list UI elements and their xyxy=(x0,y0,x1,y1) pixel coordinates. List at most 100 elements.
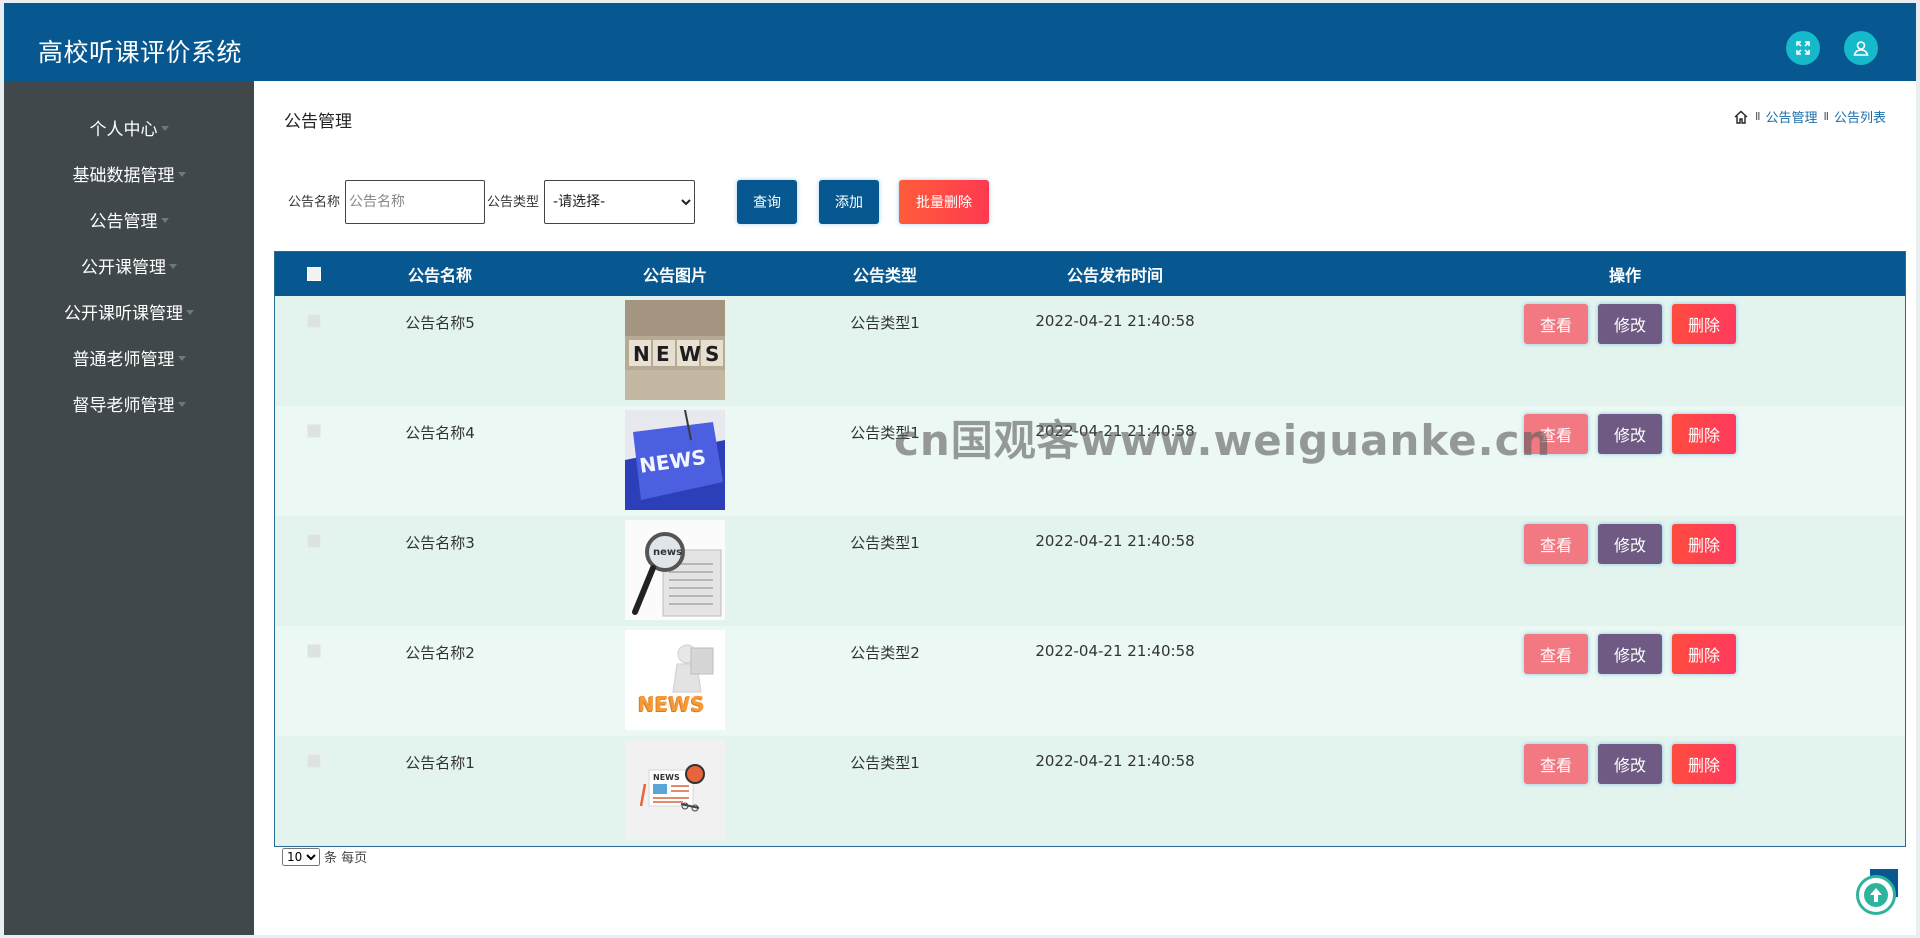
sidebar-item-open-class-listen[interactable]: 公开课听课管理 xyxy=(4,294,254,328)
news-flat-illustration-image: NEWS xyxy=(625,740,725,840)
notice-image: NEWS xyxy=(625,410,725,510)
caret-down-icon xyxy=(160,217,169,223)
sidebar: 个人中心 基础数据管理 公告管理 公开课管理 公开课听课管理 普通老师管理 督导… xyxy=(4,81,254,935)
arrow-up-icon xyxy=(1864,883,1888,907)
svg-text:W: W xyxy=(679,342,701,366)
delete-button[interactable]: 删除 xyxy=(1672,304,1736,344)
news-figure-image: NEWS NEWS xyxy=(625,630,725,730)
svg-text:S: S xyxy=(705,342,719,366)
view-button[interactable]: 查看 xyxy=(1524,304,1588,344)
breadcrumb-notice-management[interactable]: 公告管理 xyxy=(1765,107,1817,126)
news-keyboard-key-image: NEWS xyxy=(625,410,725,510)
notice-name: 公告名称5 xyxy=(405,314,475,332)
column-header-type: 公告类型 xyxy=(852,266,917,285)
edit-button[interactable]: 修改 xyxy=(1598,634,1662,674)
app-frame: 高校听课评价系统 个人中心 基础数据管理 公告管理 公开课管理 公开课听课管理 … xyxy=(4,3,1916,935)
caret-down-icon xyxy=(169,263,177,269)
name-filter-label: 公告名称 xyxy=(288,194,341,210)
breadcrumb: II 公告管理 II 公告列表 xyxy=(1733,107,1886,126)
sidebar-item-personal-center[interactable]: 个人中心 xyxy=(4,110,254,144)
notice-type: 公告类型1 xyxy=(850,424,920,442)
svg-text:N: N xyxy=(633,342,650,366)
row-actions: 查看 修改 删除 xyxy=(1524,524,1736,564)
back-to-top-circle xyxy=(1856,875,1896,915)
row-actions: 查看 修改 删除 xyxy=(1524,304,1736,344)
add-button[interactable]: 添加 xyxy=(819,180,880,224)
edit-button[interactable]: 修改 xyxy=(1598,744,1662,784)
notice-time: 2022-04-21 21:40:58 xyxy=(1035,752,1195,770)
svg-text:news: news xyxy=(653,547,682,558)
svg-text:E: E xyxy=(656,342,670,366)
page-size-suffix: 条 每页 xyxy=(324,851,368,866)
page-size-select[interactable]: 10 xyxy=(282,847,320,866)
notice-image: NEWS xyxy=(625,300,725,400)
view-button[interactable]: 查看 xyxy=(1524,524,1588,564)
table-row: 公告名称4 NEWS 公告类型1 2022-04-21 21:40:58 查看 … xyxy=(275,406,1905,516)
row-checkbox[interactable] xyxy=(307,534,321,548)
column-header-name: 公告名称 xyxy=(407,266,472,285)
notice-name-input[interactable] xyxy=(345,180,486,224)
notice-name: 公告名称4 xyxy=(405,424,475,442)
sidebar-item-notice[interactable]: 公告管理 xyxy=(4,202,254,236)
row-checkbox[interactable] xyxy=(307,424,321,438)
notice-type: 公告类型1 xyxy=(850,534,920,552)
row-actions: 查看 修改 删除 xyxy=(1524,744,1736,784)
notice-image: news xyxy=(625,520,725,620)
sidebar-item-label: 公开课听课管理 xyxy=(64,303,183,324)
row-checkbox[interactable] xyxy=(307,644,321,658)
sidebar-item-basic-data[interactable]: 基础数据管理 xyxy=(4,156,254,190)
expand-icon xyxy=(1796,41,1810,55)
delete-button[interactable]: 删除 xyxy=(1672,744,1736,784)
notice-time: 2022-04-21 21:40:58 xyxy=(1035,532,1195,550)
pagination: 10 条 每页 xyxy=(282,847,367,866)
query-button[interactable]: 查询 xyxy=(737,180,798,224)
notice-table: 公告名称 公告图片 公告类型 公告发布时间 操作 公告名称5 N E W S 公… xyxy=(274,251,1906,847)
fullscreen-button[interactable] xyxy=(1786,31,1820,65)
news-magnifier-image: news xyxy=(625,520,725,620)
view-button[interactable]: 查看 xyxy=(1524,634,1588,674)
sidebar-item-open-class[interactable]: 公开课管理 xyxy=(4,248,254,282)
back-to-top-button[interactable] xyxy=(1856,869,1900,915)
edit-button[interactable]: 修改 xyxy=(1598,304,1662,344)
breadcrumb-notice-list[interactable]: 公告列表 xyxy=(1834,107,1886,126)
table-row: 公告名称5 NEWS 公告类型1 2022-04-21 21:40:58 查看 … xyxy=(275,296,1905,406)
breadcrumb-separator: II xyxy=(1823,110,1828,123)
svg-text:NEWS: NEWS xyxy=(653,773,680,782)
table-row: 公告名称2 NEWS NEWS 公告类型2 2022-04-21 21:40:5… xyxy=(275,626,1905,736)
sidebar-item-label: 公告管理 xyxy=(89,211,158,232)
notice-time: 2022-04-21 21:40:58 xyxy=(1035,642,1195,660)
sidebar-item-teachers[interactable]: 普通老师管理 xyxy=(4,340,254,374)
row-checkbox[interactable] xyxy=(307,314,321,328)
select-all-checkbox[interactable] xyxy=(307,267,321,281)
caret-down-icon xyxy=(177,355,186,361)
notice-image: NEWS NEWS xyxy=(625,630,725,730)
batch-delete-button[interactable]: 批量删除 xyxy=(899,180,990,224)
delete-button[interactable]: 删除 xyxy=(1672,414,1736,454)
notice-time: 2022-04-21 21:40:58 xyxy=(1035,422,1195,440)
view-button[interactable]: 查看 xyxy=(1524,414,1588,454)
table-row: 公告名称1 NEWS 公告类型1 2022-04-21 21:40:58 查看 … xyxy=(275,736,1905,846)
notice-name: 公告名称1 xyxy=(405,754,475,772)
caret-down-icon xyxy=(186,309,194,315)
notice-type: 公告类型1 xyxy=(850,314,920,332)
sidebar-item-label: 个人中心 xyxy=(89,119,158,140)
view-button[interactable]: 查看 xyxy=(1524,744,1588,784)
caret-down-icon xyxy=(177,171,186,177)
user-menu-button[interactable] xyxy=(1844,31,1878,65)
delete-button[interactable]: 删除 xyxy=(1672,634,1736,674)
edit-button[interactable]: 修改 xyxy=(1598,414,1662,454)
sidebar-item-supervisors[interactable]: 督导老师管理 xyxy=(4,386,254,420)
caret-down-icon xyxy=(177,401,186,407)
type-filter-label: 公告类型 xyxy=(487,194,540,210)
app-title: 高校听课评价系统 xyxy=(38,38,243,67)
breadcrumb-separator: II xyxy=(1754,110,1760,123)
delete-button[interactable]: 删除 xyxy=(1672,524,1736,564)
column-header-image: 公告图片 xyxy=(642,266,707,285)
column-header-actions: 操作 xyxy=(1608,266,1641,285)
notice-type-select[interactable]: -请选择- xyxy=(544,180,696,224)
row-checkbox[interactable] xyxy=(307,754,321,768)
column-header-time: 公告发布时间 xyxy=(1066,266,1163,285)
home-icon[interactable] xyxy=(1733,109,1749,125)
edit-button[interactable]: 修改 xyxy=(1598,524,1662,564)
notice-name: 公告名称3 xyxy=(405,534,475,552)
